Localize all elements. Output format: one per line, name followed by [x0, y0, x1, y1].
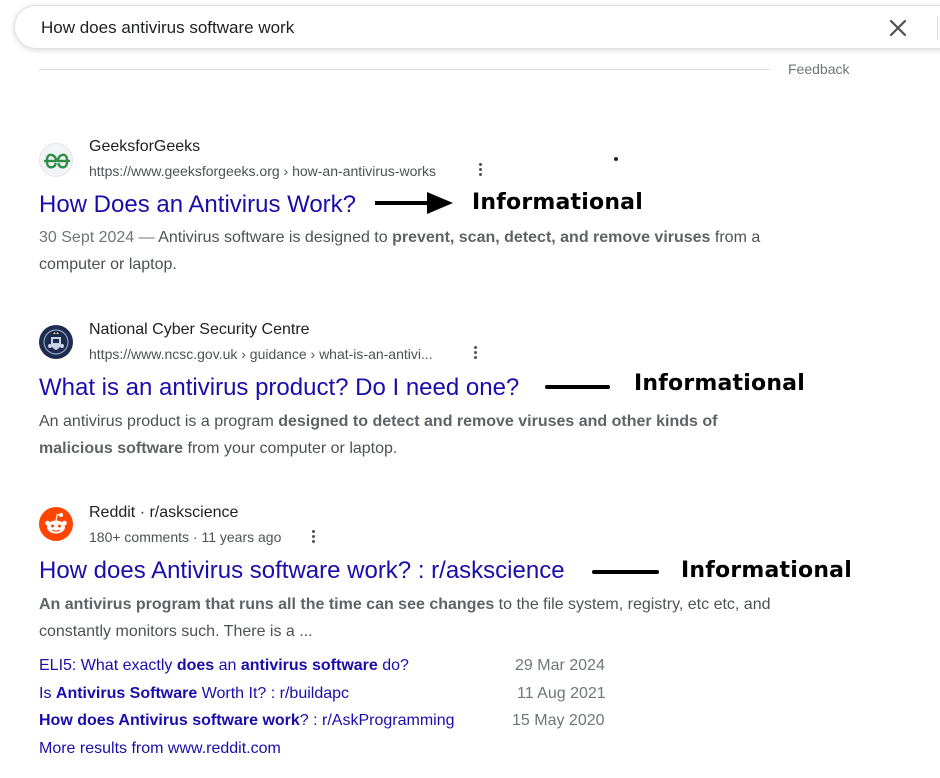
snippet-highlight: prevent, scan, detect, and remove viruse…	[392, 229, 711, 246]
annotation-line	[592, 570, 659, 574]
result-3-title-link[interactable]: How does Antivirus software work? : r/as…	[39, 557, 565, 585]
result-3-annotation: Informational	[681, 558, 852, 583]
annotation-line	[545, 385, 610, 389]
sublink-text: an	[214, 657, 241, 674]
result-2-site-name[interactable]: National Cyber Security Centre	[89, 321, 310, 339]
result-1-url[interactable]: https://www.geeksforgeeks.org › how-an-a…	[89, 163, 436, 179]
close-icon	[889, 19, 907, 37]
result-1-annotation: Informational	[472, 190, 643, 215]
sublink-text: ELI5: What exactly	[39, 657, 177, 674]
sublink-text: Worth It? : r/buildapc	[197, 685, 350, 702]
result-1-snippet: 30 Sept 2024 — Antivirus software is des…	[39, 224, 859, 278]
sublink-3-date: 15 May 2020	[512, 712, 605, 729]
result-1-more-options-button[interactable]	[474, 161, 486, 181]
sublink-highlight: Antivirus Software	[55, 685, 198, 702]
snippet-text: from a	[710, 229, 761, 246]
snippet-highlight: An antivirus program that runs all the t…	[39, 596, 495, 613]
sublink-text: ? : r/AskProgramming	[299, 712, 455, 729]
results-divider	[39, 69, 770, 70]
clear-search-button[interactable]	[885, 15, 911, 41]
ncsc-crest-icon	[39, 325, 73, 359]
snippet-text: Antivirus software is designed to	[154, 229, 393, 246]
result-3-more-options-button[interactable]	[307, 528, 319, 548]
sublink-2[interactable]: Is Antivirus Software Worth It? : r/buil…	[39, 685, 349, 703]
result-2-title-link[interactable]: What is an antivirus product? Do I need …	[39, 374, 519, 402]
sublink-3[interactable]: How does Antivirus software work? : r/As…	[39, 712, 455, 730]
snippet-highlight: malicious software	[39, 440, 184, 457]
arrow-right-icon	[375, 192, 453, 214]
search-input[interactable]: How does antivirus software work	[41, 18, 294, 38]
sublink-highlight: How does Antivirus software work	[39, 712, 300, 729]
sublink-1-date: 29 Mar 2024	[515, 657, 605, 674]
stray-dot	[614, 157, 618, 161]
result-1-site-name[interactable]: GeeksforGeeks	[89, 138, 200, 156]
sublink-2-date: 11 Aug 2021	[517, 685, 606, 702]
snippet-text: constantly monitors such. There is a ...	[39, 623, 313, 640]
search-box[interactable]: How does antivirus software work	[14, 5, 940, 49]
snippet-text: An antivirus product is a program	[39, 413, 279, 430]
reddit-logo-icon	[39, 507, 73, 541]
result-2-url[interactable]: https://www.ncsc.gov.uk › guidance › wha…	[89, 346, 433, 362]
result-2-annotation: Informational	[634, 371, 805, 396]
snippet-text: computer or laptop.	[39, 256, 177, 273]
snippet-text: from your computer or laptop.	[183, 440, 398, 457]
result-3-snippet: An antivirus program that runs all the t…	[39, 591, 859, 645]
sublink-highlight: antivirus software	[240, 657, 378, 674]
more-results-link[interactable]: More results from www.reddit.com	[39, 740, 281, 758]
meta-separator: ·	[189, 529, 202, 545]
sublink-text: do?	[377, 657, 409, 674]
post-age: 11 years ago	[201, 529, 282, 545]
snippet-highlight: designed to detect and remove viruses an…	[278, 413, 718, 430]
result-1-title-link[interactable]: How Does an Antivirus Work?	[39, 191, 356, 219]
snippet-text: to the file system, registry, etc etc, a…	[494, 596, 771, 613]
sublink-1[interactable]: ELI5: What exactly does an antivirus sof…	[39, 657, 409, 675]
comments-count: 180+ comments	[89, 529, 189, 545]
sublink-text: Is	[39, 685, 56, 702]
result-2-snippet: An antivirus product is a program design…	[39, 408, 859, 462]
result-3-site-name[interactable]: Reddit · r/askscience	[89, 504, 238, 522]
feedback-link[interactable]: Feedback	[788, 61, 849, 77]
result-1-date: 30 Sept 2024 —	[39, 229, 155, 246]
search-divider	[937, 16, 938, 40]
geeksforgeeks-logo-icon	[39, 143, 73, 177]
sublink-highlight: does	[176, 657, 215, 674]
result-3-meta: 180+ comments · 11 years ago	[89, 529, 281, 545]
result-2-more-options-button[interactable]	[469, 344, 481, 364]
